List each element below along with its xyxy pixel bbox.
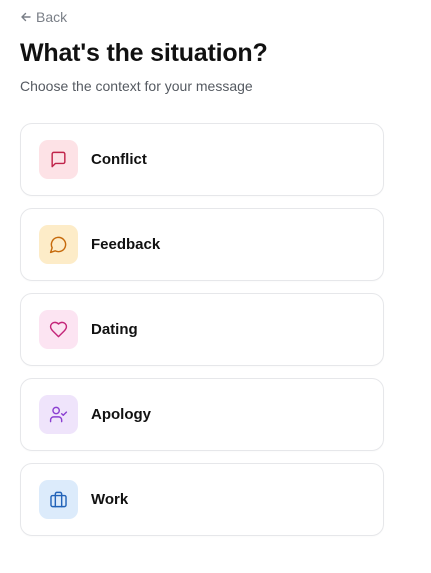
option-icon-box [39,480,78,519]
arrow-left-icon [21,12,31,22]
option-label: Dating [91,321,138,338]
back-link[interactable]: Back [20,9,67,25]
user-check-icon [49,406,68,423]
message-circle-icon [49,236,67,254]
option-label: Work [91,491,129,508]
option-label: Feedback [91,236,161,253]
heart-icon [49,321,68,338]
option-label: Apology [91,406,151,423]
option-icon-box [39,140,78,179]
option-conflict[interactable]: Conflict [20,123,384,196]
back-label: Back [36,9,68,25]
context-picker-page: Back What's the situation? Choose the co… [0,0,431,573]
option-icon-box [39,225,78,264]
message-square-icon [51,151,66,168]
option-label: Conflict [91,151,147,168]
page-subtitle: Choose the context for your message [20,78,253,94]
option-icon-box [39,310,78,349]
option-dating[interactable]: Dating [20,293,384,366]
option-feedback[interactable]: Feedback [20,208,384,281]
briefcase-icon [50,491,67,508]
page-title: What's the situation? [20,39,268,67]
option-icon-box [39,395,78,434]
option-work[interactable]: Work [20,463,384,536]
option-apology[interactable]: Apology [20,378,384,451]
